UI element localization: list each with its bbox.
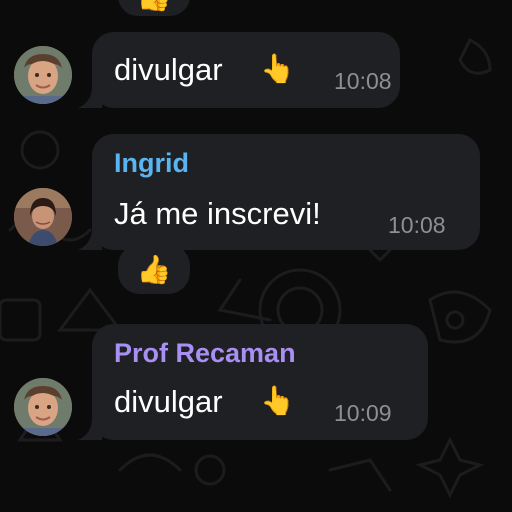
message-text: divulgar <box>114 52 223 87</box>
pointing-up-icon: 👆 <box>260 53 295 84</box>
sender-name[interactable]: Prof Recaman <box>114 338 296 369</box>
bubble-tail <box>78 228 102 250</box>
pointing-up-icon: 👆 <box>260 385 295 416</box>
bubble-tail <box>78 418 102 440</box>
message-time: 10:08 <box>388 212 446 238</box>
reaction-pill[interactable]: 👍 <box>118 244 190 294</box>
avatar[interactable] <box>14 378 72 436</box>
message-time: 10:08 <box>334 68 392 94</box>
sender-name[interactable]: Ingrid <box>114 148 189 179</box>
message-text: Já me inscrevi! <box>114 196 321 231</box>
message-bubble[interactable]: Prof Recaman divulgar 👆 10:09 <box>78 324 428 440</box>
message-bubble[interactable]: Ingrid Já me inscrevi! 10:08 <box>78 134 480 250</box>
message-time: 10:09 <box>334 400 392 426</box>
ingrid-avatar-icon <box>14 188 72 246</box>
thumbs-up-icon: 👍 <box>137 0 172 13</box>
avatar[interactable] <box>14 188 72 246</box>
bubble-tail <box>78 86 102 108</box>
prof-recaman-avatar-icon <box>14 378 72 436</box>
thumbs-up-icon: 👍 <box>136 253 172 285</box>
message-text: divulgar <box>114 384 223 419</box>
reaction-pill[interactable]: 👍 <box>118 0 190 16</box>
message-bubble[interactable]: divulgar 👆 10:08 <box>78 32 400 108</box>
avatar[interactable] <box>14 46 72 104</box>
prof-recaman-avatar-icon <box>14 46 72 104</box>
